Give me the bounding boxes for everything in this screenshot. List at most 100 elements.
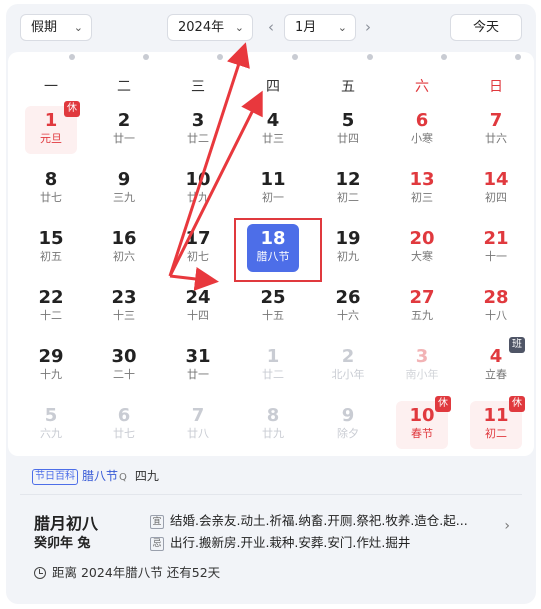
day-cell[interactable]: 19 初九 (322, 224, 374, 272)
next-month-arrow[interactable]: › (359, 14, 377, 41)
chevron-down-icon: ⌄ (234, 21, 244, 34)
auspicious-row[interactable]: 宜结婚.会亲友.动土.祈福.纳畜.开厕.祭祀.牧养.造仓.起... (150, 510, 480, 529)
lunar-label: 五九 (411, 309, 433, 322)
lunar-label: 初五 (40, 250, 62, 263)
day-cell[interactable]: 27 五九 (396, 283, 448, 331)
day-cell[interactable]: 10 春节休 (396, 396, 451, 449)
day-cell[interactable]: 2 北小年 (322, 342, 374, 390)
binder-ring (143, 54, 149, 60)
month-select-label: 1月 (295, 20, 317, 35)
day-cell[interactable]: 2 廿一 (98, 106, 150, 154)
lunar-label: 廿二 (262, 368, 284, 381)
day-cell[interactable]: 5 廿四 (322, 106, 374, 154)
lunar-label: 廿一 (113, 132, 135, 145)
day-number: 16 (111, 228, 137, 249)
day-cell[interactable]: 16 初六 (98, 224, 150, 272)
day-cell[interactable]: 29 十九 (25, 342, 77, 390)
day-cell[interactable]: 22 十二 (25, 283, 77, 331)
day-cell[interactable]: 8 廿九 (247, 401, 299, 449)
day-cell[interactable]: 25 十五 (247, 283, 299, 331)
binder-ring (515, 54, 521, 60)
year-select[interactable]: 2024年 ⌄ (167, 14, 253, 41)
inauspicious-row[interactable]: 忌出行.搬新房.开业.栽种.安葬.安门.作灶.掘井 (150, 532, 480, 551)
day-cell[interactable]: 3 廿二 (172, 106, 224, 154)
binder-ring (292, 54, 298, 60)
festival-wiki-chip[interactable]: 节日百科 (32, 468, 78, 485)
festival-link[interactable]: 腊八节 (82, 469, 118, 483)
day-cell[interactable]: 4 廿三 (247, 106, 299, 154)
calendar-widget: 假期 ⌄ 2024年 ⌄ ‹ 1月 ⌄ › 今天 一二三四五六日 1 元旦休 2 廿一… (6, 4, 536, 604)
day-cell[interactable]: 1 廿二 (247, 342, 299, 390)
day-cell[interactable]: 10 廿九 (172, 165, 224, 213)
day-cell[interactable]: 30 二十 (98, 342, 150, 390)
holiday-badge: 休 (64, 101, 80, 117)
day-cell[interactable]: 11 初二休 (470, 396, 525, 449)
chevron-down-icon: ⌄ (73, 21, 83, 34)
day-cell[interactable]: 26 十六 (322, 283, 374, 331)
day-number: 21 (483, 228, 509, 249)
lunar-label: 十五 (262, 309, 284, 322)
day-number: 6 (117, 405, 131, 426)
yi-icon: 宜 (150, 515, 164, 529)
day-cell[interactable]: 28 十八 (470, 283, 522, 331)
day-number: 2 (341, 346, 355, 367)
day-cell[interactable]: 9 三九 (98, 165, 150, 213)
day-number: 20 (409, 228, 435, 249)
lunar-label: 廿三 (262, 132, 284, 145)
day-number: 22 (38, 287, 64, 308)
day-cell[interactable]: 11 初一 (247, 165, 299, 213)
prev-month-arrow[interactable]: ‹ (262, 14, 280, 41)
day-number: 29 (38, 346, 64, 367)
day-cell[interactable]: 13 初三 (396, 165, 448, 213)
day-cell[interactable]: 6 廿七 (98, 401, 150, 449)
divider (20, 494, 522, 495)
day-number: 31 (185, 346, 211, 367)
day-cell[interactable]: 9 除夕 (322, 401, 374, 449)
day-cell[interactable]: 24 十四 (172, 283, 224, 331)
day-number: 28 (483, 287, 509, 308)
holiday-select[interactable]: 假期 ⌄ (20, 14, 92, 41)
chevron-right-icon[interactable]: › (504, 518, 510, 534)
day-number: 6 (415, 110, 429, 131)
day-number: 17 (185, 228, 211, 249)
day-cell[interactable]: 17 初七 (172, 224, 224, 272)
day-number: 8 (44, 169, 58, 190)
day-cell[interactable]: 23 十三 (98, 283, 150, 331)
month-select[interactable]: 1月 ⌄ (284, 14, 356, 41)
day-cell[interactable]: 14 初四 (470, 165, 522, 213)
weekday-label: 一 (44, 79, 58, 95)
day-cell[interactable]: 7 廿八 (172, 401, 224, 449)
day-number: 9 (117, 169, 131, 190)
day-cell[interactable]: 20 大寒 (396, 224, 448, 272)
lunar-label: 大寒 (411, 250, 433, 263)
day-number: 30 (111, 346, 137, 367)
day-cell[interactable]: 1 元旦休 (25, 101, 80, 154)
lunar-date: 腊月初八 (34, 514, 99, 533)
day-cell[interactable]: 8 廿七 (25, 165, 77, 213)
day-number: 8 (266, 405, 280, 426)
search-icon[interactable]: Q (119, 472, 127, 483)
tag-row: 节日百科 腊八节Q 四九 (32, 466, 159, 486)
day-cell[interactable]: 7 廿六 (470, 106, 522, 154)
day-cell[interactable]: 31 廿一 (172, 342, 224, 390)
today-button[interactable]: 今天 (450, 14, 522, 41)
day-cell[interactable]: 12 初二 (322, 165, 374, 213)
lunar-label: 二十 (113, 368, 135, 381)
day-cell[interactable]: 6 小寒 (396, 106, 448, 154)
day-cell[interactable]: 15 初五 (25, 224, 77, 272)
weekday-label: 六 (415, 79, 429, 95)
ji-icon: 忌 (150, 537, 164, 551)
day-cell[interactable]: 3 南小年 (396, 342, 448, 390)
day-cell[interactable]: 4 立春班 (470, 337, 525, 390)
lunar-label: 十六 (337, 309, 359, 322)
lunar-label: 十九 (40, 368, 62, 381)
lunar-label: 除夕 (337, 427, 359, 440)
day-number: 3 (191, 110, 205, 131)
lunar-label: 北小年 (331, 368, 365, 381)
day-cell[interactable]: 5 六九 (25, 401, 77, 449)
day-cell[interactable]: 21 十一 (470, 224, 522, 272)
day-number: 1 (266, 346, 280, 367)
day-number: 26 (335, 287, 361, 308)
day-number: 12 (335, 169, 361, 190)
day-number: 25 (260, 287, 286, 308)
